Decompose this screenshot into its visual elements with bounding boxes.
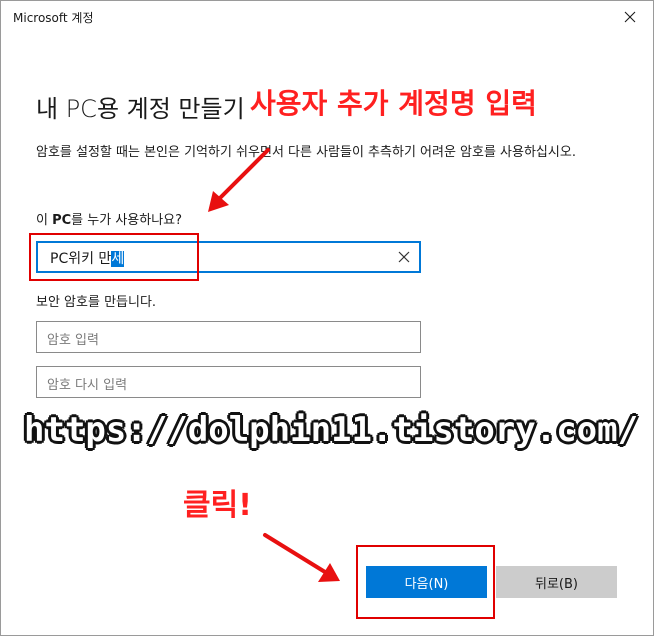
annotation-click-label: 클릭!: [183, 488, 252, 523]
create-password-label: 보안 암호를 만듭니다.: [36, 295, 157, 310]
window-title: Microsoft 계정: [13, 11, 94, 25]
title-bar: Microsoft 계정: [1, 1, 653, 33]
password-placeholder: 암호 입력: [47, 333, 99, 348]
close-button[interactable]: [615, 5, 645, 29]
annotation-enter-account-name: 사용자 추가 계정명 입력: [250, 87, 537, 120]
who-label-bold: PC: [52, 213, 72, 228]
who-label-suffix: 를 누가 사용하나요?: [71, 213, 183, 228]
highlight-box-username: [29, 233, 199, 281]
password-confirm-input[interactable]: 암호 다시 입력: [36, 366, 421, 398]
clear-x-icon[interactable]: [397, 250, 411, 264]
password-input[interactable]: 암호 입력: [36, 321, 421, 353]
highlight-box-next: [356, 545, 495, 619]
who-label-prefix: 이: [36, 213, 53, 228]
who-uses-pc-label: 이 PC를 누가 사용하나요?: [36, 209, 182, 228]
password-hint-description: 암호를 설정할 때는 본인은 기억하기 쉬우면서 다른 사람들이 추측하기 어려…: [36, 145, 576, 160]
annotation-url-watermark: https://dolphin11.tistory.com/: [24, 410, 639, 450]
close-icon: [624, 11, 636, 23]
password-confirm-placeholder: 암호 다시 입력: [47, 378, 128, 393]
page-title: 내 PC용 계정 만들기: [36, 95, 245, 123]
back-button[interactable]: 뒤로(B): [496, 566, 617, 598]
